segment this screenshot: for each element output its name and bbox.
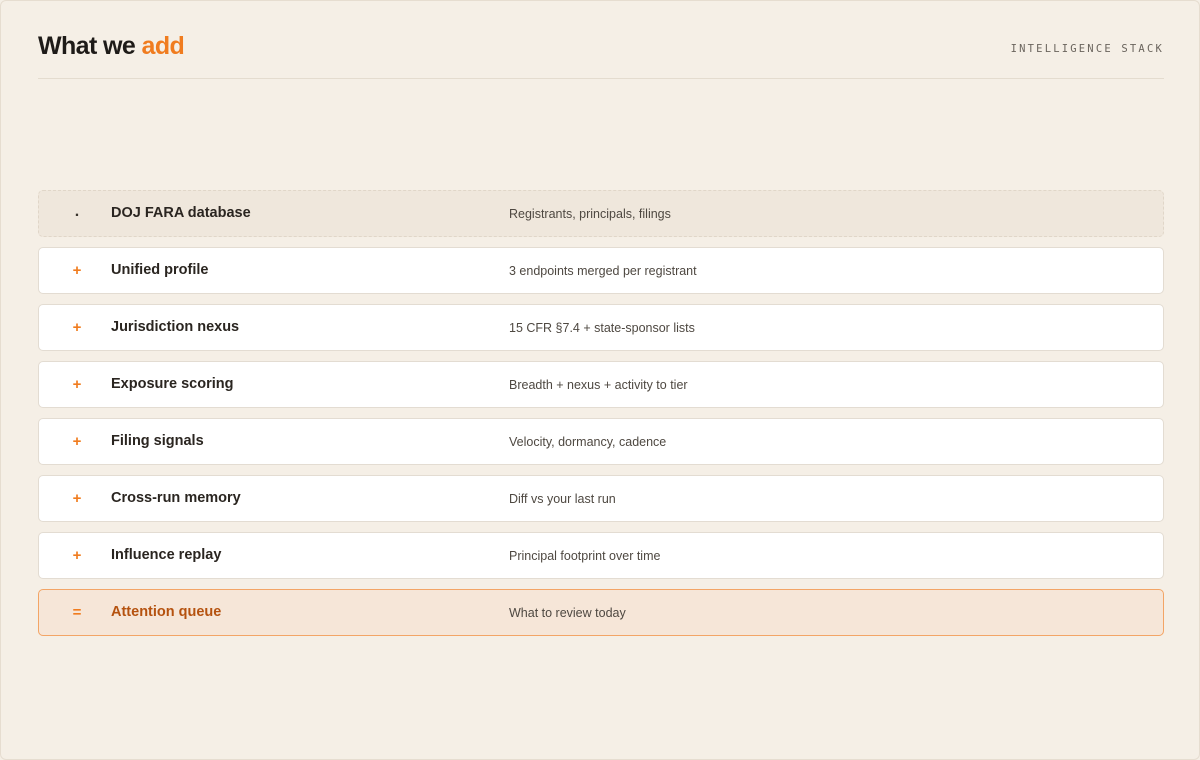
page-title: What we add [38, 31, 185, 61]
row-marker: . [74, 203, 80, 220]
stack-row-attention-queue: = Attention queue What to review today [38, 589, 1164, 636]
plus-icon: + [72, 433, 82, 450]
stack-row-filing-signals: + Filing signals Velocity, dormancy, cad… [38, 418, 1164, 465]
stack-row-cross-run-memory: + Cross-run memory Diff vs your last run [38, 475, 1164, 522]
row-description: 3 endpoints merged per registrant [509, 264, 697, 278]
plus-icon: + [72, 490, 82, 507]
panel-header: What we add INTELLIGENCE STACK [38, 31, 1164, 79]
plus-icon: + [72, 547, 82, 564]
row-name: Jurisdiction nexus [111, 319, 240, 335]
stack-panel: What we add INTELLIGENCE STACK . DOJ FAR… [0, 0, 1200, 760]
row-description: Registrants, principals, filings [509, 207, 671, 221]
plus-icon: + [72, 319, 82, 336]
stack-list: . DOJ FARA database Registrants, princip… [38, 190, 1164, 646]
title-accent: add [141, 32, 185, 60]
row-description: Velocity, dormancy, cadence [509, 435, 667, 449]
plus-icon: + [72, 376, 82, 393]
equals-icon: = [72, 604, 82, 621]
row-description: Diff vs your last run [509, 492, 616, 506]
stack-row-influence-replay: + Influence replay Principal footprint o… [38, 532, 1164, 579]
stack-row-unified-profile: + Unified profile 3 endpoints merged per… [38, 247, 1164, 294]
plus-icon: + [72, 262, 82, 279]
row-name: Exposure scoring [111, 376, 234, 392]
row-name: Influence replay [111, 547, 222, 563]
row-name: Attention queue [111, 604, 222, 620]
section-label: INTELLIGENCE STACK [1010, 43, 1164, 55]
stack-row-jurisdiction-nexus: + Jurisdiction nexus 15 CFR §7.4 + state… [38, 304, 1164, 351]
row-description: Breadth + nexus + activity to tier [509, 378, 688, 392]
stack-row-exposure-scoring: + Exposure scoring Breadth + nexus + act… [38, 361, 1164, 408]
stack-row-base: . DOJ FARA database Registrants, princip… [38, 190, 1164, 237]
row-description: 15 CFR §7.4 + state-sponsor lists [509, 321, 695, 335]
row-name: DOJ FARA database [111, 205, 251, 221]
row-name: Cross-run memory [111, 490, 241, 506]
row-description: Principal footprint over time [509, 549, 661, 563]
row-description: What to review today [509, 606, 626, 620]
row-name: Filing signals [111, 433, 204, 449]
title-main: What we [38, 32, 142, 60]
row-name: Unified profile [111, 262, 209, 278]
